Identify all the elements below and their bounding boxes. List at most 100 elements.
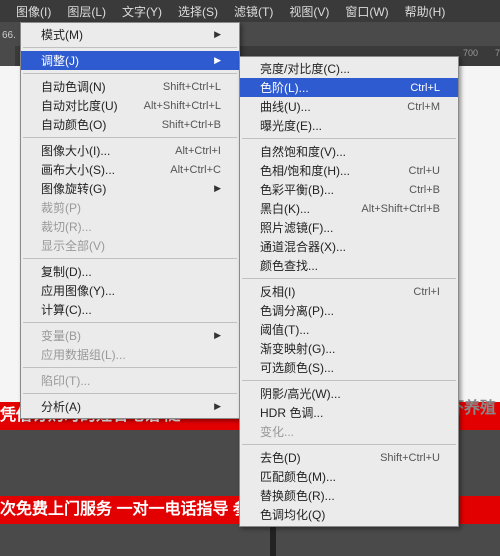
image-menu-item[interactable]: 计算(C)... — [21, 300, 239, 319]
adjustments-item[interactable]: 亮度/对比度(C)... — [240, 59, 458, 78]
menu-shortcut: Alt+Ctrl+I — [175, 145, 221, 157]
adjustments-item[interactable]: 去色(D)Shift+Ctrl+U — [240, 448, 458, 467]
image-menu-item[interactable]: 分析(A)▶ — [21, 397, 239, 416]
menu-item-label: 画布大小(S)... — [41, 161, 115, 178]
adjustments-item[interactable]: 照片滤镜(F)... — [240, 218, 458, 237]
adjustments-item[interactable]: 黑白(K)... Alt+Shift+Ctrl+B — [240, 199, 458, 218]
adjustments-item[interactable]: 通道混合器(X)... — [240, 237, 458, 256]
image-menu-item[interactable]: 图像旋转(G) ▶ — [21, 179, 239, 198]
menu-item-label: 图像大小(I)... — [41, 142, 110, 159]
adjustments-item[interactable]: HDR 色调... — [240, 403, 458, 422]
adjustments-item[interactable]: 替换颜色(R)... — [240, 486, 458, 505]
menu-item-label: 可选颜色(S)... — [260, 359, 334, 376]
image-menu-item[interactable]: 应用图像(Y)... — [21, 281, 239, 300]
menu-item-label: 裁剪(P) — [41, 199, 81, 216]
adjustments-item[interactable]: 自然饱和度(V)... — [240, 142, 458, 161]
menu-separator — [23, 322, 237, 323]
adjustments-item[interactable]: 匹配颜色(M)... — [240, 467, 458, 486]
menu-item-label: 变化... — [260, 423, 294, 440]
image-menu-item[interactable]: 自动颜色(O)Shift+Ctrl+B — [21, 115, 239, 134]
menu-item-label: 去色(D) — [260, 449, 301, 466]
menu-separator — [23, 367, 237, 368]
menu-select[interactable]: 选择(S) — [170, 0, 226, 22]
submenu-arrow-icon: ▶ — [214, 401, 221, 412]
menu-item-label: 色彩平衡(B)... — [260, 181, 334, 198]
adjustments-item[interactable]: 色调均化(Q) — [240, 505, 458, 524]
adjustments-item[interactable]: 曲线(U)... Ctrl+M — [240, 97, 458, 116]
menu-separator — [23, 73, 237, 74]
adjustments-item[interactable]: 颜色查找... — [240, 256, 458, 275]
menu-item-label: 裁切(R)... — [41, 218, 92, 235]
menu-item-label: 曲线(U)... — [260, 98, 311, 115]
menu-shortcut: Alt+Shift+Ctrl+B — [361, 203, 440, 215]
adjustments-item[interactable]: 曝光度(E)... — [240, 116, 458, 135]
menu-item-label: 色调均化(Q) — [260, 506, 325, 523]
image-menu-item[interactable]: 模式(M)▶ — [21, 25, 239, 44]
menu-item-label: 自动对比度(U) — [41, 97, 118, 114]
adjustments-item[interactable]: 阴影/高光(W)... — [240, 384, 458, 403]
menu-item-label: 变量(B) — [41, 327, 81, 344]
menu-item-label: 应用图像(Y)... — [41, 282, 115, 299]
ruler-tick: 750 — [495, 48, 500, 58]
adjustments-item[interactable]: 反相(I)Ctrl+I — [240, 282, 458, 301]
menu-separator — [242, 138, 456, 139]
menu-item-label: 照片滤镜(F)... — [260, 219, 333, 236]
image-menu-item: 变量(B) ▶ — [21, 326, 239, 345]
adjustments-item[interactable]: 色阶(L)...Ctrl+L — [240, 78, 458, 97]
menu-item-label: 自动色调(N) — [41, 78, 106, 95]
submenu-arrow-icon: ▶ — [214, 183, 221, 194]
menu-filter[interactable]: 滤镜(T) — [226, 0, 281, 22]
menu-image[interactable]: 图像(I) — [8, 0, 59, 22]
image-menu-item[interactable]: 画布大小(S)... Alt+Ctrl+C — [21, 160, 239, 179]
menu-item-label: 色相/饱和度(H)... — [260, 162, 350, 179]
menu-item-label: 颜色查找... — [260, 257, 318, 274]
menu-window[interactable]: 窗口(W) — [337, 0, 396, 22]
menu-item-label: 亮度/对比度(C)... — [260, 60, 350, 77]
adjustments-item[interactable]: 色相/饱和度(H)... Ctrl+U — [240, 161, 458, 180]
menu-item-label: 通道混合器(X)... — [260, 238, 346, 255]
adjustments-item[interactable]: 可选颜色(S)... — [240, 358, 458, 377]
image-menu-item[interactable]: 调整(J)▶ — [21, 51, 239, 70]
adjustments-item[interactable]: 色彩平衡(B)...Ctrl+B — [240, 180, 458, 199]
image-menu-item[interactable]: 自动色调(N) Shift+Ctrl+L — [21, 77, 239, 96]
image-menu-item[interactable]: 复制(D)... — [21, 262, 239, 281]
menubar: 图像(I) 图层(L) 文字(Y) 选择(S) 滤镜(T) 视图(V) 窗口(W… — [0, 0, 500, 22]
menu-separator — [242, 278, 456, 279]
menu-item-label: 曝光度(E)... — [260, 117, 322, 134]
vertical-bar — [270, 526, 276, 556]
menu-item-label: HDR 色调... — [260, 404, 323, 421]
menu-shortcut: Alt+Ctrl+C — [170, 164, 221, 176]
menu-item-label: 渐变映射(G)... — [260, 340, 335, 357]
menu-item-label: 黑白(K)... — [260, 200, 310, 217]
menu-shortcut: Ctrl+U — [409, 165, 440, 177]
menu-item-label: 应用数据组(L)... — [41, 346, 126, 363]
image-menu: 模式(M)▶调整(J)▶自动色调(N)Shift+Ctrl+L自动对比度(U)A… — [20, 22, 240, 419]
adjustments-submenu: 亮度/对比度(C)...色阶(L)...Ctrl+L曲线(U)... Ctrl+M… — [239, 56, 459, 527]
menu-item-label: 自然饱和度(V)... — [260, 143, 346, 160]
ruler-tick: 700 — [463, 48, 478, 58]
menu-help[interactable]: 帮助(H) — [397, 0, 454, 22]
menu-item-label: 阈值(T)... — [260, 321, 309, 338]
menu-shortcut: Shift+Ctrl+L — [163, 81, 221, 93]
adjustments-item[interactable]: 阈值(T)... — [240, 320, 458, 339]
image-menu-item[interactable]: 图像大小(I)... Alt+Ctrl+I — [21, 141, 239, 160]
menu-separator — [242, 444, 456, 445]
adjustments-item[interactable]: 色调分离(P)... — [240, 301, 458, 320]
menu-item-label: 图像旋转(G) — [41, 180, 106, 197]
image-menu-item: 陷印(T)... — [21, 371, 239, 390]
menu-shortcut: Shift+Ctrl+B — [162, 119, 221, 131]
menu-view[interactable]: 视图(V) — [281, 0, 337, 22]
menu-layer[interactable]: 图层(L) — [59, 0, 114, 22]
menu-item-label: 模式(M) — [41, 26, 83, 43]
image-menu-item[interactable]: 自动对比度(U) Alt+Shift+Ctrl+L — [21, 96, 239, 115]
menu-item-label: 显示全部(V) — [41, 237, 105, 254]
submenu-arrow-icon: ▶ — [214, 330, 221, 341]
menu-type[interactable]: 文字(Y) — [114, 0, 170, 22]
adjustments-item: 变化... — [240, 422, 458, 441]
adjustments-item[interactable]: 渐变映射(G)... — [240, 339, 458, 358]
menu-shortcut: Alt+Shift+Ctrl+L — [144, 100, 221, 112]
menu-separator — [23, 393, 237, 394]
menu-separator — [23, 258, 237, 259]
menu-shortcut: Ctrl+M — [407, 101, 440, 113]
menu-shortcut: Ctrl+I — [413, 286, 440, 298]
